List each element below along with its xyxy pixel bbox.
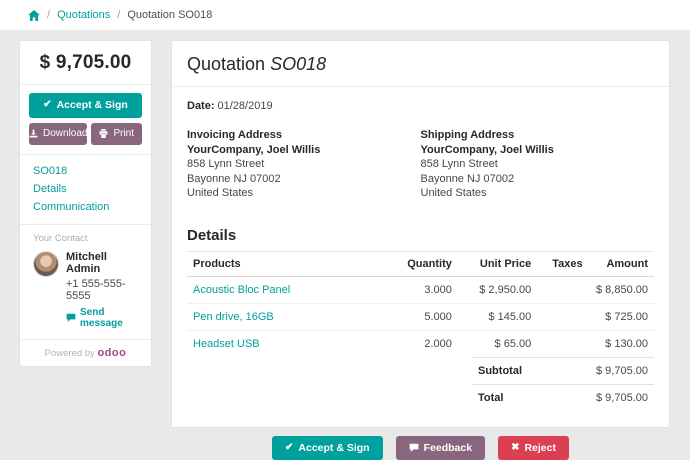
product-link[interactable]: Pen drive, 16GB [193,311,274,323]
quantity-cell: 3.000 [383,276,458,303]
sidebar-nav: SO018 Details Communication [20,155,151,225]
close-icon: ✖ [511,443,519,453]
totals-block: Subtotal $ 9,705.00 Total $ 9,705.00 [472,357,654,411]
sidebar-item-so018[interactable]: SO018 [33,162,138,180]
subtotal-row: Subtotal $ 9,705.00 [472,357,654,384]
invoicing-street: 858 Lynn Street [187,157,421,172]
breadcrumb: / Quotations / Quotation SO018 [0,0,690,30]
avatar [33,251,59,277]
unit-price-cell: $ 145.00 [458,303,537,330]
table-row: Headset USB 2.000 $ 65.00 $ 130.00 [187,330,654,357]
quantity-cell: 2.000 [383,330,458,357]
title-prefix: Quotation [187,54,265,74]
sidebar: $ 9,705.00 ✔ Accept & Sign Download Prin [19,40,152,367]
shipping-address-heading: Shipping Address [421,128,655,143]
check-icon: ✔ [43,100,51,110]
breadcrumb-current: Quotation SO018 [127,9,212,21]
date-value: 01/28/2019 [218,100,273,112]
contact-name: Mitchell Admin [66,251,138,275]
odoo-logo[interactable]: odoo [97,347,126,359]
column-products: Products [187,251,383,276]
breadcrumb-separator: / [117,9,120,21]
taxes-cell [537,303,588,330]
order-lines-table: Products Quantity Unit Price Taxes Amoun… [187,251,654,357]
powered-by: Powered by odoo [20,340,151,366]
total-value: $ 9,705.00 [596,392,648,404]
send-message-label: Send message [80,307,138,329]
print-button[interactable]: Print [91,123,142,145]
download-label: Download [43,129,87,139]
column-amount: Amount [589,251,654,276]
amount-cell: $ 8,850.00 [589,276,654,303]
shipping-city: Bayonne NJ 07002 [421,172,655,187]
invoicing-address: Invoicing Address YourCompany, Joel Will… [187,128,421,201]
total-label: Total [478,392,503,404]
invoicing-country: United States [187,186,421,201]
download-button[interactable]: Download [29,123,87,145]
quotation-total-amount: $ 9,705.00 [20,41,151,85]
invoicing-city: Bayonne NJ 07002 [187,172,421,187]
invoicing-name: YourCompany, Joel Willis [187,143,421,158]
unit-price-cell: $ 2,950.00 [458,276,537,303]
accept-sign-label: Accept & Sign [57,100,128,111]
breadcrumb-link-quotations[interactable]: Quotations [57,9,110,21]
quantity-cell: 5.000 [383,303,458,330]
check-icon: ✔ [285,443,293,453]
taxes-cell [537,330,588,357]
quotation-date: Date:01/28/2019 [187,100,654,112]
print-icon [99,129,108,138]
accept-sign-footer-label: Accept & Sign [298,443,369,454]
feedback-button[interactable]: Feedback [396,436,485,460]
column-quantity: Quantity [383,251,458,276]
amount-cell: $ 725.00 [589,303,654,330]
unit-price-cell: $ 65.00 [458,330,537,357]
contact-section-label: Your Contact [33,233,138,244]
subtotal-label: Subtotal [478,365,522,377]
home-icon[interactable] [28,10,40,21]
shipping-country: United States [421,186,655,201]
shipping-street: 858 Lynn Street [421,157,655,172]
contact-section: Your Contact Mitchell Admin +1 555-555-5… [20,225,151,340]
footer-actions: ✔ Accept & Sign Feedback ✖ Reject [171,428,670,460]
feedback-label: Feedback [424,443,472,454]
table-row: Pen drive, 16GB 5.000 $ 145.00 $ 725.00 [187,303,654,330]
powered-by-label: Powered by [45,348,95,359]
page-content: $ 9,705.00 ✔ Accept & Sign Download Prin [0,30,690,428]
download-icon [29,129,38,138]
title-reference: SO018 [270,54,326,74]
quotation-document: QuotationSO018 Date:01/28/2019 Invoicing… [171,40,670,428]
contact-phone: +1 555-555-5555 [66,278,138,302]
accept-sign-button-footer[interactable]: ✔ Accept & Sign [272,436,383,460]
print-label: Print [113,129,134,139]
subtotal-value: $ 9,705.00 [596,365,648,377]
date-label: Date: [187,100,215,112]
sidebar-item-communication[interactable]: Communication [33,198,138,216]
table-row: Acoustic Bloc Panel 3.000 $ 2,950.00 $ 8… [187,276,654,303]
details-heading: Details [187,227,654,244]
reject-button[interactable]: ✖ Reject [498,436,569,460]
product-link[interactable]: Headset USB [193,338,260,350]
column-unit-price: Unit Price [458,251,537,276]
reject-label: Reject [524,443,556,454]
accept-sign-button[interactable]: ✔ Accept & Sign [29,93,142,118]
shipping-address: Shipping Address YourCompany, Joel Willi… [421,128,655,201]
sidebar-actions: ✔ Accept & Sign Download Print [20,85,151,155]
total-row: Total $ 9,705.00 [472,384,654,411]
chat-icon [409,443,419,452]
send-message-link[interactable]: Send message [66,307,138,329]
column-taxes: Taxes [537,251,588,276]
invoicing-address-heading: Invoicing Address [187,128,421,143]
taxes-cell [537,276,588,303]
chat-icon [66,313,76,322]
breadcrumb-separator: / [47,9,50,21]
product-link[interactable]: Acoustic Bloc Panel [193,284,290,296]
amount-cell: $ 130.00 [589,330,654,357]
sidebar-item-details[interactable]: Details [33,180,138,198]
shipping-name: YourCompany, Joel Willis [421,143,655,158]
page-title: QuotationSO018 [172,41,669,87]
